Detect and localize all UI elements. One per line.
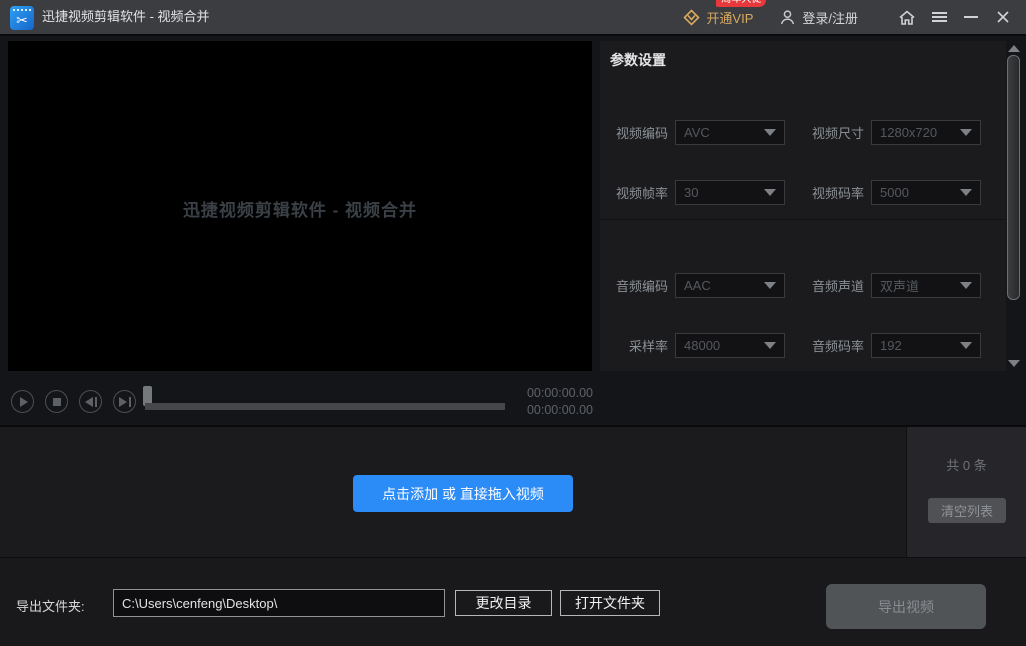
chevron-down-icon — [960, 282, 972, 289]
params-section-divider — [600, 219, 1006, 220]
clear-list-button[interactable]: 清空列表 — [928, 498, 1006, 523]
time-total: 00:00:00.00 — [526, 402, 593, 417]
video-size-select[interactable]: 1280x720 — [871, 120, 981, 145]
hamburger-menu-icon — [931, 10, 947, 24]
vip-diamond-icon — [683, 8, 701, 26]
video-codec-select[interactable]: AVC — [675, 120, 785, 145]
stop-button[interactable] — [45, 390, 68, 413]
open-vip-label: 开通VIP — [706, 10, 754, 26]
stop-icon — [52, 397, 61, 406]
scroll-down-icon[interactable] — [1008, 360, 1020, 367]
audio-codec-label: 音频编码 — [615, 279, 668, 294]
app-window: ✂ 迅捷视频剪辑软件 - 视频合并 开通VIP 周年大促 登录/注册 — [0, 0, 1026, 646]
scrollbar-thumb[interactable] — [1007, 55, 1020, 300]
chevron-down-icon — [764, 342, 776, 349]
params-panel-title: 参数设置 — [610, 52, 666, 68]
minimize-button[interactable] — [958, 4, 984, 30]
time-display: 00:00:00.00 00:00:00.00 — [500, 385, 593, 418]
chevron-down-icon — [960, 189, 972, 196]
audio-bitrate-label: 音频码率 — [811, 339, 864, 354]
time-current: 00:00:00.00 — [526, 386, 593, 400]
sample-rate-select[interactable]: 48000 — [675, 333, 785, 358]
login-register-button[interactable]: 登录/注册 — [779, 8, 858, 27]
film-strip-icon — [13, 9, 31, 11]
seek-slider-track[interactable] — [145, 403, 505, 410]
export-folder-label: 导出文件夹: — [16, 599, 85, 614]
promo-badge: 周年大促 — [716, 0, 767, 7]
params-panel: 参数设置 视频编码 AVC 视频尺寸 1280x720 视频帧率 30 视频码率… — [600, 41, 1006, 371]
play-button[interactable] — [11, 390, 34, 413]
export-video-button[interactable]: 导出视频 — [826, 584, 986, 629]
audio-channels-select[interactable]: 双声道 — [871, 273, 981, 298]
preview-watermark: 迅捷视频剪辑软件 - 视频合并 — [182, 201, 418, 220]
chevron-down-icon — [764, 189, 776, 196]
video-framerate-label: 视频帧率 — [615, 186, 668, 201]
video-bitrate-select[interactable]: 5000 — [871, 180, 981, 205]
minimize-icon — [964, 16, 978, 18]
video-size-label: 视频尺寸 — [811, 126, 864, 141]
titlebar: ✂ 迅捷视频剪辑软件 - 视频合并 开通VIP 周年大促 登录/注册 — [0, 0, 1026, 36]
chevron-down-icon — [764, 129, 776, 136]
next-frame-icon — [118, 396, 131, 407]
home-icon — [899, 9, 915, 25]
person-icon — [781, 9, 795, 24]
open-folder-button[interactable]: 打开文件夹 — [560, 590, 660, 616]
chevron-down-icon — [764, 282, 776, 289]
open-vip-button[interactable]: 开通VIP 周年大促 — [683, 0, 767, 27]
window-title: 迅捷视频剪辑软件 - 视频合并 — [42, 9, 210, 24]
next-frame-button[interactable] — [113, 390, 136, 413]
app-logo-icon: ✂ — [10, 6, 34, 30]
sample-rate-label: 采样率 — [628, 339, 668, 354]
play-icon — [19, 396, 28, 407]
params-scrollbar[interactable] — [1006, 41, 1022, 371]
item-count-label: 共 0 条 — [946, 458, 987, 473]
home-button[interactable] — [894, 4, 920, 30]
video-bitrate-label: 视频码率 — [811, 186, 864, 201]
audio-channels-label: 音频声道 — [811, 279, 864, 294]
chevron-down-icon — [960, 129, 972, 136]
audio-bitrate-select[interactable]: 192 — [871, 333, 981, 358]
video-preview-area[interactable]: 迅捷视频剪辑软件 - 视频合并 — [8, 41, 592, 371]
change-directory-button[interactable]: 更改目录 — [455, 590, 552, 616]
video-framerate-select[interactable]: 30 — [675, 180, 785, 205]
top-section: 迅捷视频剪辑软件 - 视频合并 参数设置 视频编码 AVC 视频尺寸 1280x… — [0, 36, 1026, 427]
main-menu-button[interactable] — [926, 4, 952, 30]
scissors-icon: ✂ — [16, 12, 28, 28]
file-list-area[interactable]: 点击添加 或 直接拖入视频 共 0 条 清空列表 — [0, 427, 1026, 557]
export-folder-input[interactable] — [113, 589, 445, 617]
audio-codec-select[interactable]: AAC — [675, 273, 785, 298]
login-register-label: 登录/注册 — [802, 10, 858, 26]
add-video-button[interactable]: 点击添加 或 直接拖入视频 — [353, 475, 573, 512]
prev-frame-icon — [84, 396, 97, 407]
close-button[interactable] — [990, 4, 1016, 30]
export-bar: 导出文件夹: 更改目录 打开文件夹 导出视频 — [0, 557, 1026, 646]
list-side-panel: 共 0 条 清空列表 — [906, 427, 1026, 557]
chevron-down-icon — [960, 342, 972, 349]
close-icon — [997, 11, 1009, 23]
scroll-up-icon[interactable] — [1008, 45, 1020, 52]
video-codec-label: 视频编码 — [615, 126, 668, 141]
prev-frame-button[interactable] — [79, 390, 102, 413]
